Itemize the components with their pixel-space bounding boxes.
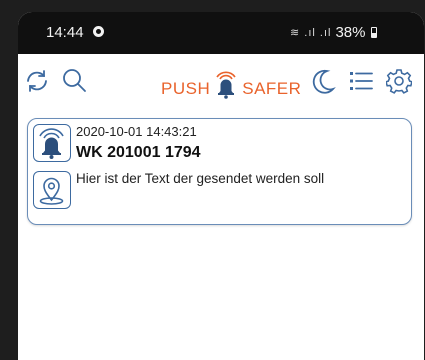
battery-percent: 38% <box>335 24 366 41</box>
refresh-icon[interactable] <box>24 68 50 94</box>
notification-dot-icon <box>93 26 104 37</box>
bell-icon <box>33 124 71 162</box>
signal-icon: ≋ .ıl .ıl <box>290 27 332 39</box>
logo-bell-icon <box>216 71 236 99</box>
message-card[interactable]: 2020-10-01 14:43:21 WK 201001 1794 Hier … <box>27 118 412 225</box>
message-text: Hier ist der Text der gesendet werden so… <box>76 171 325 186</box>
location-pin-icon[interactable] <box>33 171 71 209</box>
logo-text-safer: SAFER <box>242 79 302 98</box>
message-date: 2020-10-01 14:43:21 <box>76 124 197 139</box>
status-bar: 14:44 ≋ .ıl .ıl 38% <box>18 12 424 54</box>
list-icon[interactable] <box>348 68 374 94</box>
app-toolbar: PUSH SAFER <box>18 54 424 106</box>
pushsafer-logo: PUSH SAFER <box>161 69 301 99</box>
status-indicators: ≋ .ıl .ıl 38% <box>290 24 378 41</box>
status-time: 14:44 <box>46 24 84 41</box>
settings-icon[interactable] <box>385 68 413 94</box>
night-mode-icon[interactable] <box>310 68 336 94</box>
logo-text-push: PUSH <box>161 79 211 98</box>
message-title: WK 201001 1794 <box>76 144 201 161</box>
search-icon[interactable] <box>61 68 87 94</box>
phone-screen: 14:44 ≋ .ıl .ıl 38% PUSH SAFER 2020-10-0… <box>18 12 424 360</box>
battery-icon <box>371 27 378 38</box>
